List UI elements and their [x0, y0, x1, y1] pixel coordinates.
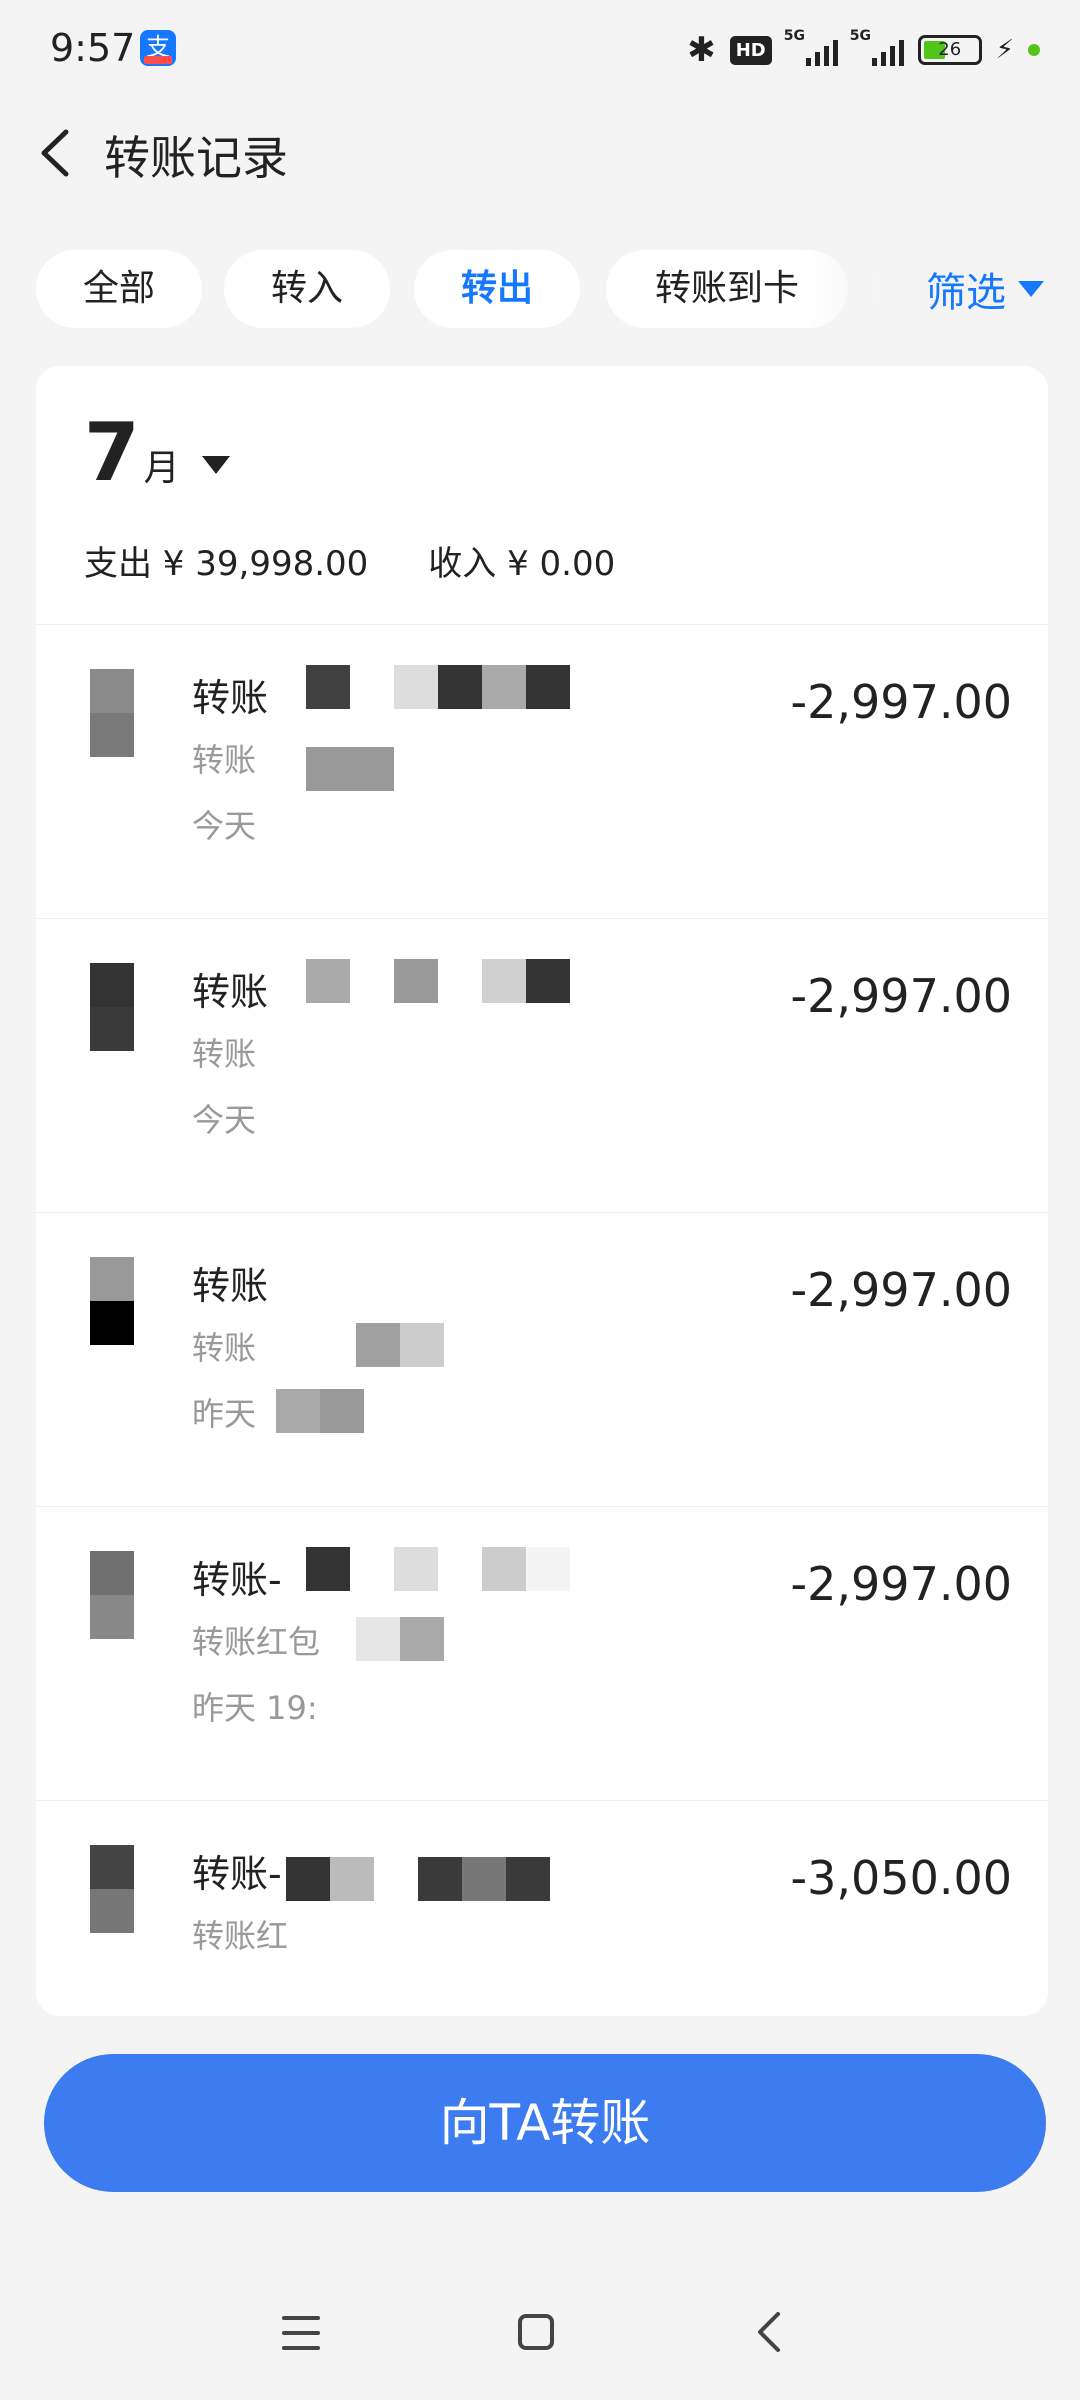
- transaction-row[interactable]: 转账- 转账红 -3,050.00: [36, 1800, 1048, 2016]
- triangle-down-icon: [1018, 281, 1044, 297]
- transaction-date: 今天: [192, 1101, 257, 1139]
- transaction-subtitle: 转账: [192, 1035, 257, 1073]
- hd-voice-icon: HD: [729, 35, 772, 65]
- signal-icon-1: 5G: [784, 28, 838, 66]
- transaction-subtitle: 转账红包: [192, 1623, 321, 1661]
- redacted-block: [286, 1857, 550, 1901]
- transaction-row[interactable]: 转账 转账 今天 -2,997.00: [36, 918, 1048, 1212]
- filter-chips: 全部 转入 转出 转账到卡 筛选: [0, 250, 1080, 330]
- redacted-block: [276, 1389, 364, 1433]
- transaction-date: 昨天: [192, 1395, 257, 1433]
- transaction-amount: -2,997.00: [790, 969, 1012, 1023]
- system-nav-bar: [0, 2280, 1080, 2400]
- filter-button[interactable]: 筛选: [926, 250, 1044, 328]
- chip-all[interactable]: 全部: [36, 250, 202, 328]
- transaction-title: 转账: [192, 1264, 269, 1308]
- page-title: 转账记录: [104, 131, 288, 185]
- transaction-title: 转账: [192, 970, 269, 1014]
- transfer-to-ta-button[interactable]: 向TA转账: [44, 2054, 1046, 2192]
- redacted-block: [356, 1323, 444, 1367]
- menu-icon[interactable]: [282, 2316, 320, 2350]
- income-total: 收入 ¥ 0.00: [428, 544, 616, 584]
- chip-outgoing[interactable]: 转出: [414, 250, 580, 328]
- avatar: [90, 669, 134, 757]
- chip-incoming[interactable]: 转入: [224, 250, 390, 328]
- status-bar: 9:57 支 ✱ HD 5G 5G 26 ⚡: [0, 0, 1080, 100]
- expense-total: 支出 ¥ 39,998.00: [84, 544, 369, 584]
- transaction-amount: -2,997.00: [790, 1263, 1012, 1317]
- transaction-title: 转账-: [192, 1558, 282, 1602]
- battery-icon: 26: [917, 35, 982, 65]
- transaction-amount: -2,997.00: [790, 1557, 1012, 1611]
- top-bar: 转账记录: [0, 110, 1080, 190]
- home-square-icon[interactable]: [518, 2314, 554, 2350]
- bluetooth-icon: ✱: [687, 30, 716, 70]
- back-icon[interactable]: [754, 2310, 784, 2354]
- chevron-left-icon[interactable]: [36, 128, 76, 178]
- transaction-subtitle: 转账红: [192, 1917, 289, 1955]
- redacted-block: [356, 1617, 444, 1661]
- transaction-row[interactable]: 转账- 转账红包 昨天 19: -2,997.00: [36, 1506, 1048, 1800]
- alipay-app-icon: 支: [140, 30, 176, 66]
- transaction-row[interactable]: 转账 转账 昨天 -2,997.00: [36, 1212, 1048, 1506]
- month-unit: 月: [143, 448, 180, 489]
- redacted-block: [306, 747, 394, 791]
- month-selector[interactable]: 7 月: [84, 406, 230, 499]
- redacted-block: [306, 665, 570, 709]
- redacted-block: [306, 959, 570, 1003]
- transaction-row[interactable]: 转账 转账 今天 -2,997.00: [36, 624, 1048, 918]
- charging-icon: ⚡: [995, 35, 1014, 65]
- signal-icon-2: 5G: [850, 28, 904, 66]
- transaction-subtitle: 转账: [192, 1329, 257, 1367]
- clock: 9:57: [50, 26, 136, 70]
- avatar: [90, 963, 134, 1051]
- transaction-subtitle: 转账: [192, 741, 257, 779]
- avatar: [90, 1257, 134, 1345]
- transaction-title: 转账-: [192, 1852, 282, 1896]
- transaction-list: 转账 转账 今天 -2,997.00 转账 转账 今天 -2,997.00 转账…: [36, 624, 1048, 2016]
- transaction-amount: -2,997.00: [790, 675, 1012, 729]
- triangle-down-icon: [201, 456, 230, 474]
- redacted-block: [306, 1547, 570, 1591]
- avatar: [90, 1845, 134, 1933]
- filter-label: 筛选: [926, 270, 1006, 316]
- transaction-amount: -3,050.00: [790, 1851, 1012, 1905]
- transaction-date: 今天: [192, 807, 257, 845]
- month-number: 7: [84, 406, 140, 499]
- privacy-dot-icon: [1028, 44, 1040, 56]
- transaction-title: 转账: [192, 676, 269, 720]
- transaction-date: 昨天 19:: [192, 1689, 318, 1727]
- records-card: 7 月 支出 ¥ 39,998.00 收入 ¥ 0.00 转账 转账 今天 -2…: [36, 366, 1048, 2016]
- system-icons: ✱ HD 5G 5G 26 ⚡: [687, 28, 1040, 70]
- month-summary: 支出 ¥ 39,998.00 收入 ¥ 0.00: [84, 536, 615, 585]
- avatar: [90, 1551, 134, 1639]
